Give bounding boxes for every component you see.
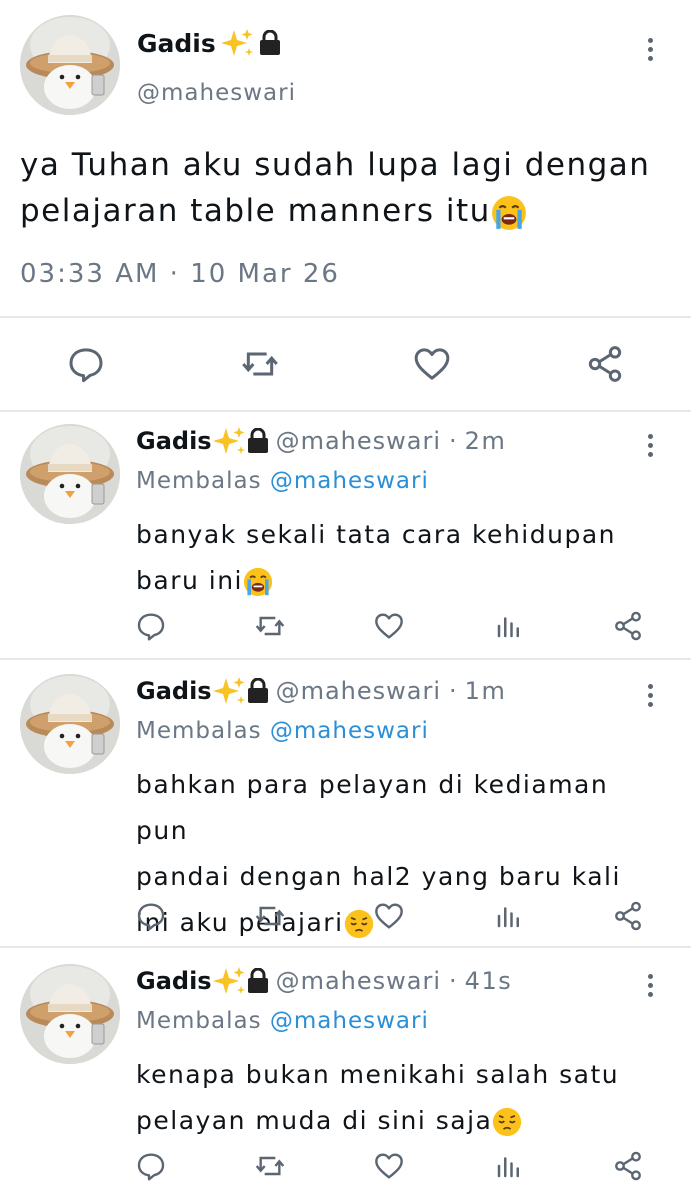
like-icon[interactable] [371, 1148, 407, 1184]
more-options-icon[interactable] [645, 974, 655, 997]
reply-tweet[interactable]: Gadis @maheswari · 2m Membalas @maheswar… [0, 412, 691, 658]
reply-icon[interactable] [133, 898, 169, 934]
handle[interactable]: @maheswari [276, 967, 441, 995]
reply-icon[interactable] [133, 608, 169, 644]
sparkles-icon [212, 426, 246, 456]
lock-icon [246, 678, 270, 704]
sparkles-icon [220, 28, 254, 58]
share-icon[interactable] [583, 342, 627, 386]
tweet-text-line: pelajaran table manners itu [20, 193, 491, 229]
share-icon[interactable] [610, 898, 646, 934]
display-name[interactable]: Gadis [136, 677, 212, 705]
handle[interactable]: @maheswari [137, 80, 296, 106]
retweet-icon[interactable] [252, 608, 288, 644]
display-name[interactable]: Gadis [136, 427, 212, 455]
tweet-text: banyak sekali tata cara kehidupan baru i… [136, 520, 616, 597]
reply-tweet[interactable]: Gadis @maheswari · 1m Membalas @maheswar… [0, 662, 691, 946]
replying-to-link[interactable]: @maheswari [270, 718, 429, 744]
tweet-text: kenapa bukan menikahi salah satu pelayan… [136, 1060, 620, 1137]
tweet-timestamp: 03:33 AM · 10 Mar 26 [20, 259, 340, 289]
views-icon[interactable] [491, 1148, 527, 1184]
more-options-icon[interactable] [645, 434, 655, 457]
avatar[interactable] [20, 674, 120, 774]
handle[interactable]: @maheswari [276, 677, 441, 705]
pensive-face-icon [492, 1107, 522, 1137]
reply-tweet[interactable]: Gadis @maheswari · 41s Membalas @maheswa… [0, 952, 691, 1200]
retweet-icon[interactable] [252, 1148, 288, 1184]
main-action-bar [0, 340, 691, 390]
lock-icon [246, 968, 270, 994]
relative-time: 2m [464, 427, 507, 455]
separator-dot: · [449, 427, 457, 455]
separator-dot: · [449, 677, 457, 705]
handle[interactable]: @maheswari [276, 427, 441, 455]
share-icon[interactable] [610, 608, 646, 644]
retweet-icon[interactable] [238, 342, 282, 386]
crying-face-icon [243, 567, 273, 597]
replying-to: Membalas @maheswari [136, 468, 429, 494]
views-icon[interactable] [491, 608, 527, 644]
more-options-icon[interactable] [645, 684, 655, 707]
tweet-text-line: ya Tuhan aku sudah lupa lagi dengan [20, 147, 651, 183]
reply-icon[interactable] [133, 1148, 169, 1184]
sparkles-icon [212, 966, 246, 996]
divider [0, 658, 691, 660]
reply-icon[interactable] [64, 342, 108, 386]
sparkles-icon [212, 676, 246, 706]
replying-to-link[interactable]: @maheswari [270, 468, 429, 494]
pensive-face-icon [344, 909, 374, 939]
share-icon[interactable] [610, 1148, 646, 1184]
like-icon[interactable] [371, 608, 407, 644]
replying-to: Membalas @maheswari [136, 1008, 429, 1034]
separator-dot: · [449, 967, 457, 995]
relative-time: 41s [464, 967, 513, 995]
lock-icon [246, 428, 270, 454]
avatar[interactable] [20, 15, 120, 115]
display-name[interactable]: Gadis [136, 967, 212, 995]
like-icon[interactable] [410, 342, 454, 386]
divider [0, 316, 691, 318]
avatar[interactable] [20, 424, 120, 524]
crying-face-icon [491, 195, 527, 231]
more-options-icon[interactable] [645, 38, 655, 61]
replying-to-link[interactable]: @maheswari [270, 1008, 429, 1034]
avatar[interactable] [20, 964, 120, 1064]
retweet-icon[interactable] [252, 898, 288, 934]
tweet-text: ya Tuhan aku sudah lupa lagi dengan pela… [20, 142, 680, 234]
like-icon[interactable] [371, 898, 407, 934]
replying-to: Membalas @maheswari [136, 718, 429, 744]
divider [0, 946, 691, 948]
views-icon[interactable] [491, 898, 527, 934]
lock-icon [258, 30, 282, 56]
display-name[interactable]: Gadis [137, 29, 216, 58]
relative-time: 1m [464, 677, 507, 705]
